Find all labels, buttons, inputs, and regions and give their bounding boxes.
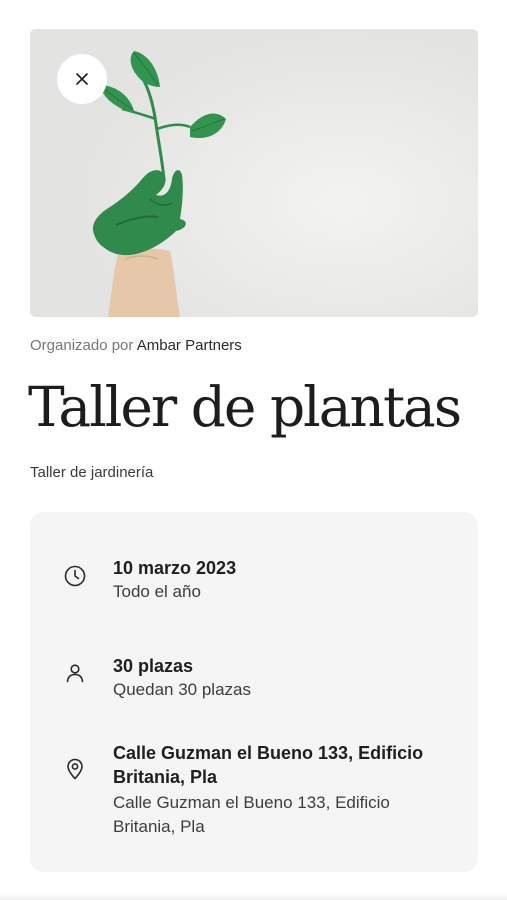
organizer-prefix: Organizado por <box>30 337 134 354</box>
location-address-detail: Calle Guzman el Bueno 133, Edificio Brit… <box>113 793 390 836</box>
hero-image <box>30 29 478 317</box>
event-date-note: Todo el año <box>113 582 201 601</box>
clock-icon <box>63 564 87 588</box>
bottom-divider <box>0 893 507 900</box>
person-icon <box>63 661 87 685</box>
organizer-name: Ambar Partners <box>136 337 242 354</box>
close-button[interactable] <box>57 54 107 104</box>
event-details-card: 10 marzo 2023 Todo el año 30 plazas Qued… <box>30 512 478 872</box>
location-address: Calle Guzman el Bueno 133, Edificio Brit… <box>113 743 424 787</box>
event-date: 10 marzo 2023 <box>113 558 237 578</box>
page-title: Taller de plantas <box>28 375 462 439</box>
capacity-total: 30 plazas <box>113 656 194 676</box>
event-subtitle: Taller de jardinería <box>30 464 154 481</box>
close-icon <box>76 73 88 85</box>
capacity-remaining: Quedan 30 plazas <box>113 680 251 699</box>
organizer-line: Organizado por Ambar Partners <box>30 337 242 354</box>
location-pin-icon <box>63 757 87 781</box>
